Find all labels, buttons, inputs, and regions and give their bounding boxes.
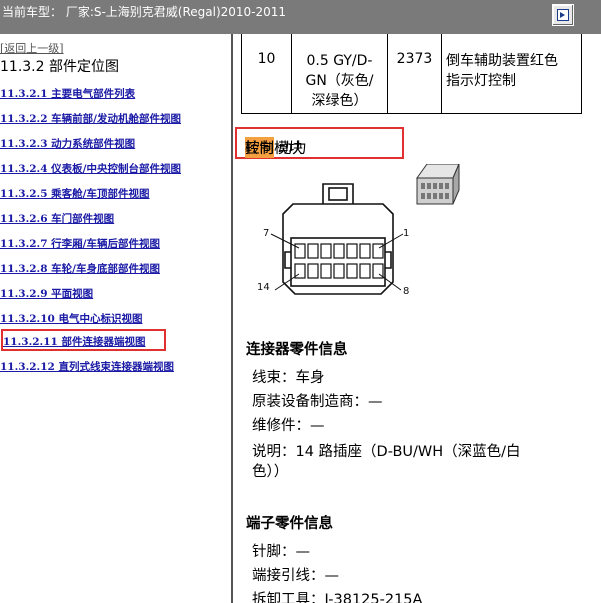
connector-thumbnail [416, 164, 460, 205]
wire-color-line: 0.5 GY/D- [306, 53, 373, 69]
cavity-row-lower [294, 263, 384, 279]
latch-window [328, 187, 348, 201]
connector-harness: 线束：车身 [252, 370, 325, 386]
connector-oem: 原装设备制造商：— [252, 394, 383, 410]
connector-desc-line1: 说明：14 路插座（D-BU/WH（深蓝色/白 [252, 444, 521, 460]
sidebar-item-trunk-rear-view[interactable]: 11.3.2.7 行李厢/车辆后部件视图 [0, 236, 160, 251]
cavity-row-upper [294, 243, 384, 259]
sidebar-item-dash-console-view[interactable]: 11.3.2.4 仪表板/中央控制台部件视图 [0, 161, 181, 176]
connector-service: 维修件：— [252, 418, 325, 434]
wire-color: 0.5 GY/D- GN（灰色/ 深绿色） [291, 34, 388, 114]
content-pane: 10 0.5 GY/D- GN（灰色/ 深绿色） 2373 倒车辅助装置红色 指… [233, 34, 601, 603]
table-row: 10 0.5 GY/D- GN（灰色/ 深绿色） 2373 倒车辅助装置红色 指… [241, 34, 582, 114]
leader-pin7 [270, 233, 300, 249]
sidebar-item-wheel-underbody-view[interactable]: 11.3.2.8 车轮/车身底部部件视图 [0, 261, 160, 276]
play-icon [557, 9, 569, 21]
sidebar-item-powertrain-view[interactable]: 11.3.2.3 动力系统部件视图 [0, 136, 135, 151]
sidebar-item-cabin-roof-view[interactable]: 11.3.2.5 乘客舱/车顶部件视图 [0, 186, 150, 201]
leader-pin1 [378, 233, 404, 249]
connector-info-title: 连接器零件信息 [246, 342, 348, 358]
sidebar: [返回上一级] 11.3.2 部件定位图 11.3.2.1 主要电气部件列表 1… [0, 34, 231, 603]
terminal-lead: 端接引线：— [252, 568, 339, 584]
terminal-pin: 针脚：— [252, 544, 310, 560]
title-bar: 当前车型： 厂家:S-上海别克君威(Regal)2010-2011 [0, 0, 601, 34]
back-link[interactable]: [返回上一级] [0, 40, 64, 56]
wire-color-line: 深绿色） [311, 93, 368, 109]
pin-function-line: 指示灯控制 [446, 73, 516, 89]
sidebar-item-electrical-center[interactable]: 11.3.2.10 电气中心标识视图 [0, 311, 142, 326]
terminal-info-title: 端子零件信息 [246, 516, 333, 532]
connector-key-left [284, 251, 291, 269]
sidebar-item-inline-harness-view[interactable]: 11.3.2.12 直列式线束连接器端视图 [0, 359, 174, 374]
pin-label-1: 1 [403, 228, 409, 239]
connector-latch [322, 183, 354, 204]
sidebar-heading: 11.3.2 部件定位图 [0, 59, 119, 75]
window-title: 当前车型： 厂家:S-上海别克君威(Regal)2010-2011 [2, 5, 287, 19]
sidebar-item-plan-view[interactable]: 11.3.2.9 平面视图 [0, 286, 93, 301]
connector-diagram: 7 1 14 8 [257, 164, 460, 297]
leader-pin14 [274, 273, 300, 291]
circuit-number: 2373 [387, 34, 442, 114]
module-title-suffix: 控制模块 [245, 141, 303, 157]
sidebar-item-door-view[interactable]: 11.3.2.6 车门部件视图 [0, 211, 114, 226]
terminal-tool: 拆卸工具：J-38125-215A [252, 592, 423, 603]
connector-key-right [385, 251, 392, 269]
module-title-box: K43 动力 转向 控制模块 [235, 127, 404, 159]
pin-function: 倒车辅助装置红色 指示灯控制 [441, 34, 582, 114]
wire-color-line: GN（灰色/ [305, 73, 374, 89]
pin-function-line: 倒车辅助装置红色 [446, 53, 558, 69]
pin-number: 10 [241, 34, 292, 114]
leader-pin8 [378, 273, 402, 291]
sidebar-item-front-engine-view[interactable]: 11.3.2.2 车辆前部/发动机舱部件视图 [0, 111, 181, 126]
connector-desc-line2: 色）） [252, 464, 289, 480]
window-action-button[interactable] [552, 4, 574, 26]
pin-label-8: 8 [403, 286, 409, 297]
pin-table: 10 0.5 GY/D- GN（灰色/ 深绿色） 2373 倒车辅助装置红色 指… [241, 34, 582, 114]
pin-label-14: 14 [257, 282, 270, 293]
selection-highlight [1, 329, 166, 351]
pin-label-7: 7 [263, 228, 269, 239]
sidebar-item-main-parts-list[interactable]: 11.3.2.1 主要电气部件列表 [0, 86, 135, 101]
